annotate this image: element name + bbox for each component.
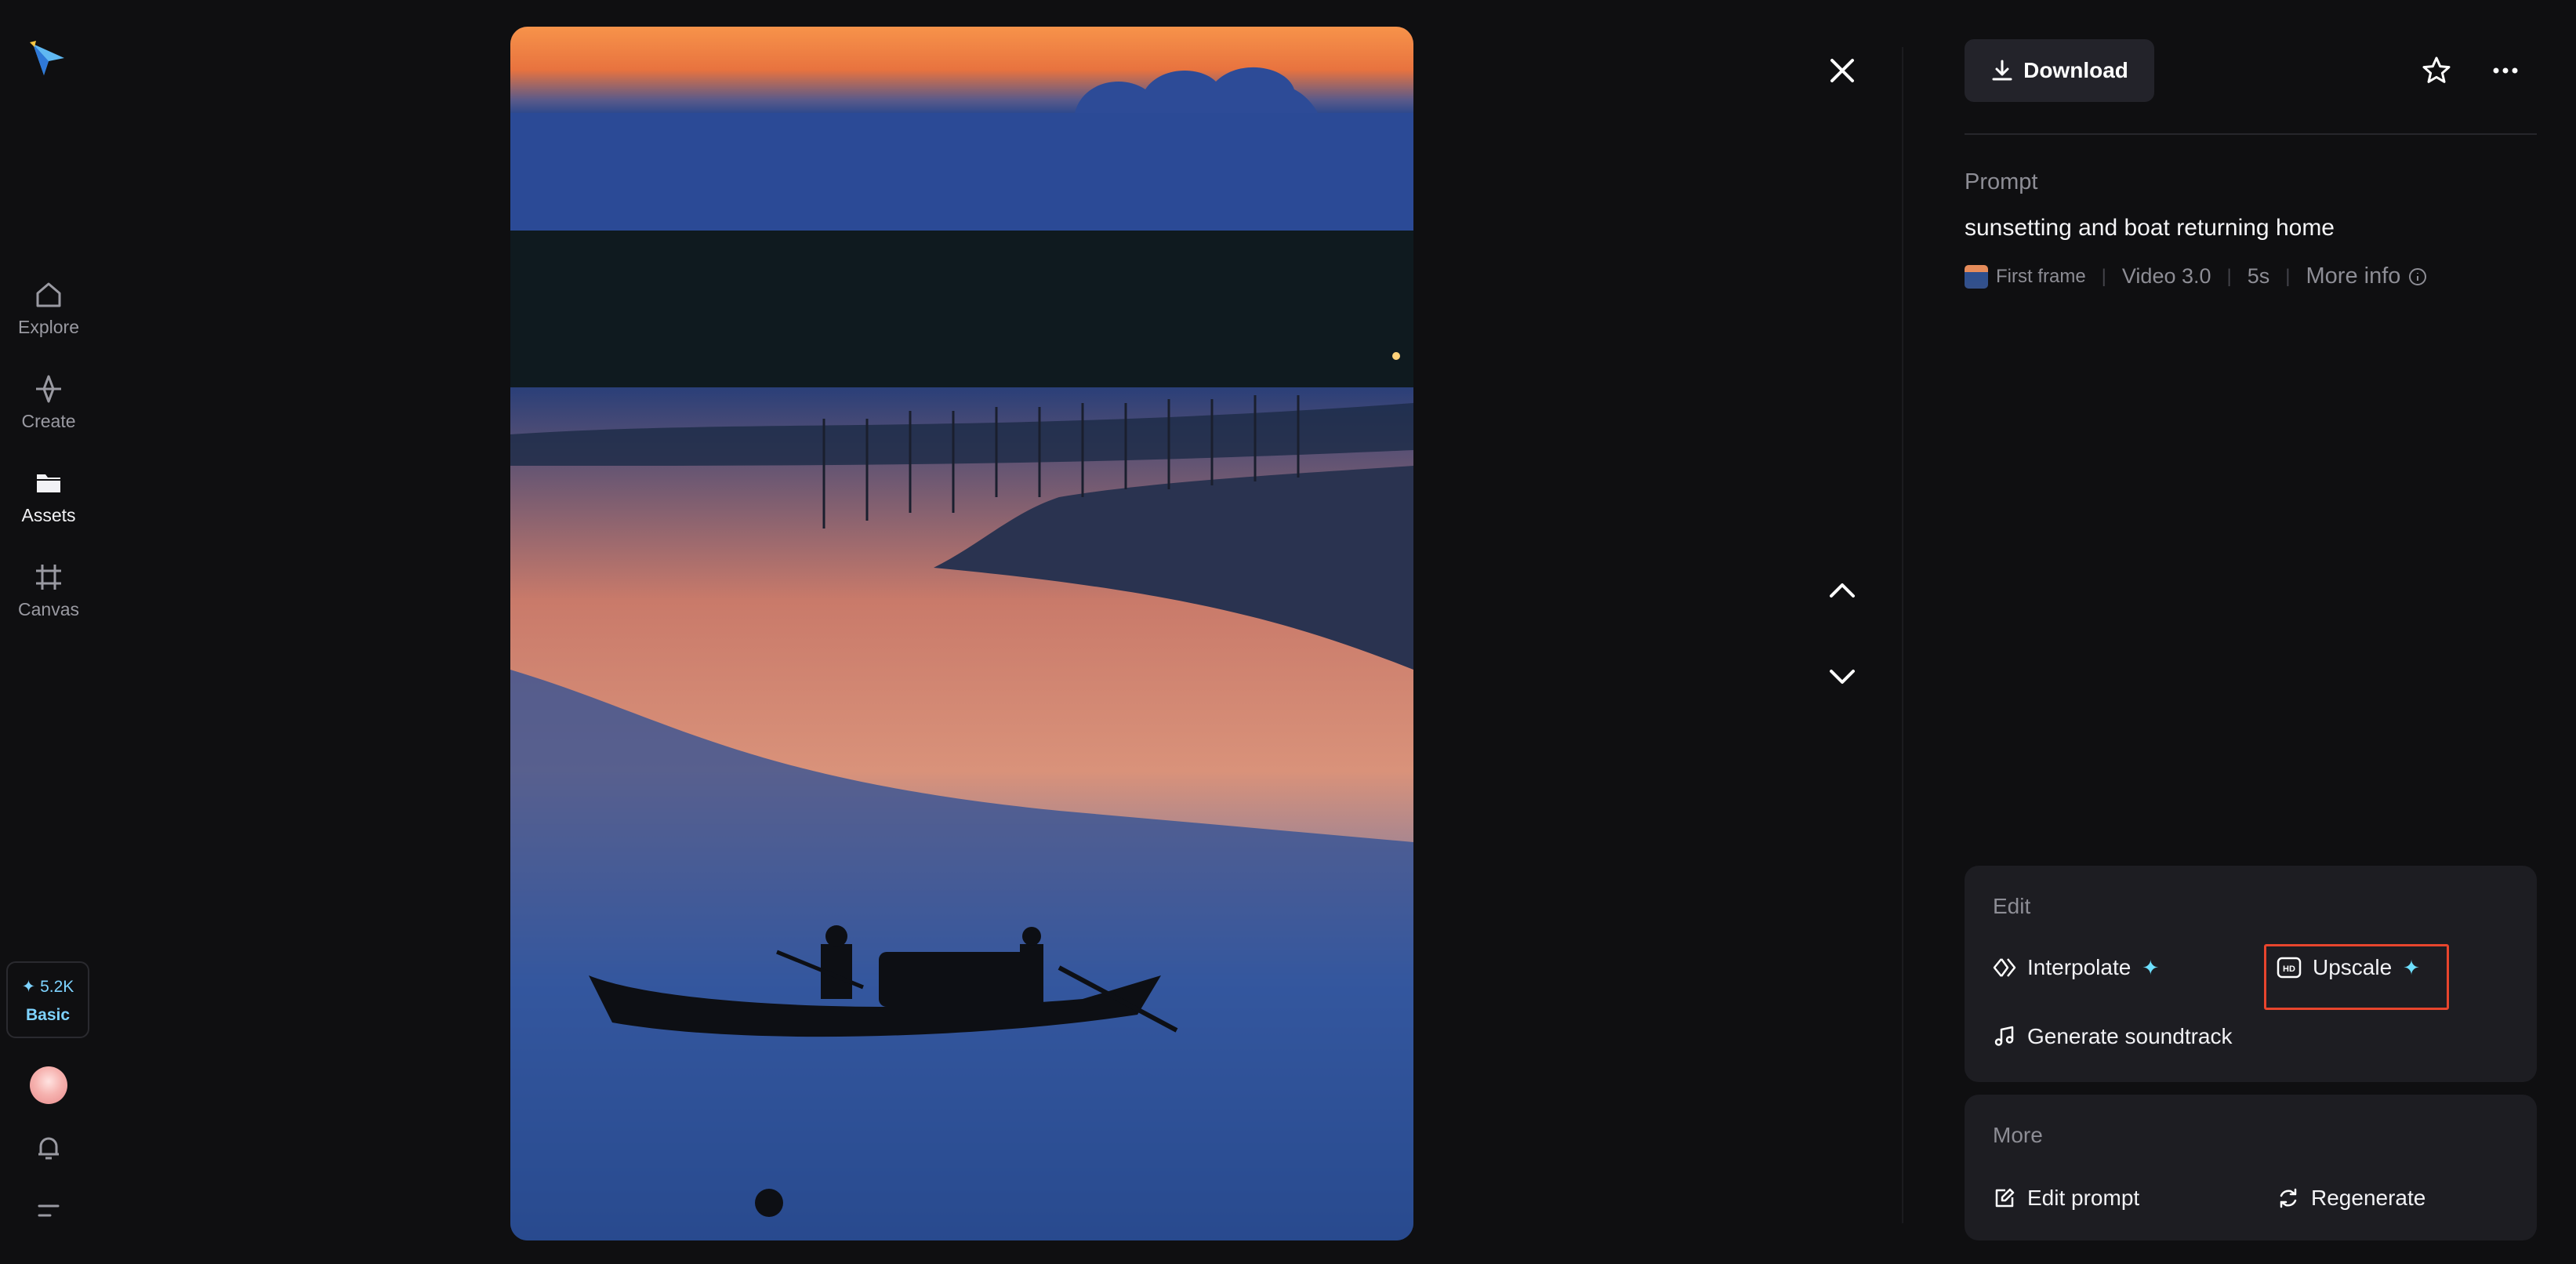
close-button[interactable] xyxy=(1820,49,1864,93)
edit-title: Edit xyxy=(1993,894,2031,918)
interpolate-button[interactable]: Interpolate ✦ xyxy=(1993,955,2159,980)
prompt-label: Prompt xyxy=(1965,169,2038,194)
sidebar-item-create[interactable]: Create xyxy=(0,373,97,432)
download-label: Download xyxy=(2023,58,2128,82)
home-icon xyxy=(36,282,61,307)
regenerate-label: Regenerate xyxy=(2311,1186,2426,1210)
credits-amount: ✦ 5.2K xyxy=(21,978,74,996)
close-icon xyxy=(1830,59,1854,82)
sidebar-item-assets[interactable]: Assets xyxy=(0,467,97,526)
meta-separator: | xyxy=(2226,265,2232,287)
upscale-highlight xyxy=(2264,944,2449,1010)
model-label: Video 3.0 xyxy=(2121,264,2211,288)
interpolate-icon xyxy=(1993,958,2016,977)
sidebar-item-canvas[interactable]: Canvas xyxy=(0,561,97,620)
info-icon xyxy=(2409,267,2427,285)
chevron-down-icon xyxy=(1830,670,1855,684)
avatar[interactable] xyxy=(30,1066,67,1104)
more-info-link[interactable]: More info xyxy=(2306,263,2428,289)
music-note-icon xyxy=(1994,1026,2014,1046)
menu-icon[interactable] xyxy=(33,1195,64,1226)
edit-prompt-label: Edit prompt xyxy=(2027,1186,2140,1210)
edit-icon xyxy=(1995,1188,2015,1208)
sidebar-item-explore[interactable]: Explore xyxy=(0,279,97,338)
sidebar-item-label: Create xyxy=(21,411,76,431)
favorite-button[interactable] xyxy=(2415,49,2458,93)
next-button[interactable] xyxy=(1820,656,1864,699)
first-frame-label: First frame xyxy=(1996,265,2086,287)
sparkle-icon: ✦ xyxy=(2142,955,2160,979)
interpolate-label: Interpolate xyxy=(2027,955,2132,979)
generate-soundtrack-label: Generate soundtrack xyxy=(2027,1024,2233,1048)
folder-icon xyxy=(37,474,60,492)
download-button[interactable]: Download xyxy=(1965,39,2154,102)
download-icon xyxy=(1992,60,2012,81)
app-logo-icon[interactable] xyxy=(28,38,69,78)
meta-separator: | xyxy=(2101,265,2106,287)
sidebar-item-label: Canvas xyxy=(18,599,79,619)
header-divider xyxy=(1965,133,2537,135)
refresh-icon xyxy=(2280,1188,2297,1208)
more-info-label: More info xyxy=(2306,263,2401,289)
sidebar: Explore Create Assets Canvas ✦ 5.2K Basi… xyxy=(0,0,97,1264)
video-preview[interactable] xyxy=(510,27,1413,1240)
more-horizontal-icon xyxy=(2493,67,2518,74)
first-frame-thumbnail[interactable] xyxy=(1965,264,1988,289)
regenerate-button[interactable]: Regenerate xyxy=(2277,1186,2425,1211)
duration-label: 5s xyxy=(2247,264,2270,288)
previous-button[interactable] xyxy=(1820,568,1864,612)
more-options-button[interactable] xyxy=(2483,49,2527,93)
sidebar-item-label: Explore xyxy=(18,317,79,337)
meta-separator: | xyxy=(2285,265,2291,287)
prompt-text: sunsetting and boat returning home xyxy=(1965,215,2335,241)
frame-icon xyxy=(36,565,61,590)
panel-divider xyxy=(1902,47,1903,1223)
generate-soundtrack-button[interactable]: Generate soundtrack xyxy=(1993,1024,2233,1049)
edit-prompt-button[interactable]: Edit prompt xyxy=(1993,1186,2139,1211)
sidebar-item-label: Assets xyxy=(21,505,76,525)
more-title: More xyxy=(1993,1123,2043,1147)
more-card: More Edit prompt Regenerate xyxy=(1965,1095,2537,1240)
chevron-up-icon xyxy=(1830,583,1855,597)
bell-icon[interactable] xyxy=(33,1132,64,1164)
star-icon xyxy=(2422,56,2451,83)
sparkle-icon xyxy=(36,375,61,403)
edit-card: Edit Interpolate ✦ HD Upscale ✦ Generate… xyxy=(1965,866,2537,1082)
credits-badge[interactable]: ✦ 5.2K Basic xyxy=(6,961,89,1038)
plan-label: Basic xyxy=(25,1006,71,1024)
generation-meta: First frame | Video 3.0 | 5s | More info xyxy=(1965,263,2427,289)
sunset-river-image xyxy=(510,27,1413,1240)
